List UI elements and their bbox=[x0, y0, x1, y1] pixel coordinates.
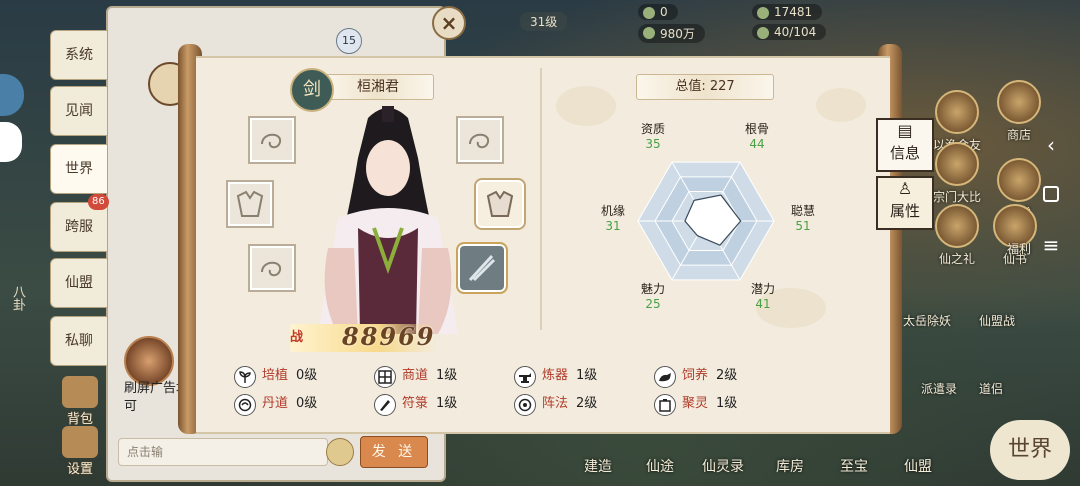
send-button[interactable]: 发 送 bbox=[360, 436, 428, 468]
fishing-icon bbox=[935, 90, 979, 134]
swirl-icon bbox=[261, 133, 282, 149]
menu-icon[interactable]: ≡ bbox=[1034, 220, 1068, 270]
contest-icon bbox=[935, 142, 979, 186]
home-icon[interactable] bbox=[1034, 170, 1068, 220]
combat-power: 88969 bbox=[342, 322, 436, 351]
character-portrait bbox=[318, 106, 458, 334]
cloud-decor bbox=[816, 88, 866, 122]
gift-icon bbox=[935, 204, 979, 248]
gear-icon bbox=[62, 426, 98, 458]
stat-potential: 潜力 41 bbox=[750, 282, 775, 311]
stat-fortune: 机缘 31 bbox=[600, 204, 625, 233]
settings-button[interactable]: 设置 bbox=[54, 426, 106, 477]
resource-counter-3: 980万 bbox=[638, 24, 705, 43]
nav-storage[interactable]: 库房 bbox=[776, 456, 804, 476]
cross-server-badge: 86 bbox=[88, 194, 109, 210]
tab-attributes[interactable]: ♙ 属性 bbox=[876, 176, 934, 230]
bag-button[interactable]: 背包 bbox=[54, 376, 106, 427]
resource-counter-4: 40/104 bbox=[752, 24, 827, 40]
abacus-icon bbox=[374, 366, 396, 388]
menu-item-gift[interactable]: 仙之礼 bbox=[928, 204, 986, 267]
swirl-icon bbox=[261, 261, 282, 277]
equip-slot-1[interactable] bbox=[248, 116, 296, 164]
sprout-icon bbox=[234, 366, 256, 388]
equip-slot-3[interactable] bbox=[226, 180, 274, 228]
menu-item-demon-hunt[interactable]: 太岳除妖 bbox=[898, 312, 956, 329]
stat-aptitude: 资质 35 bbox=[640, 122, 665, 151]
close-icon[interactable]: × bbox=[432, 6, 466, 40]
panel-divider bbox=[540, 68, 542, 330]
zone-label: 八卦 bbox=[10, 285, 25, 311]
back-icon[interactable]: ‹ bbox=[1034, 120, 1068, 170]
robe-icon bbox=[236, 190, 264, 217]
equip-slot-armor[interactable] bbox=[474, 178, 526, 230]
array-icon bbox=[514, 394, 536, 416]
avatar[interactable] bbox=[124, 336, 174, 386]
anvil-icon bbox=[514, 366, 536, 388]
attribute-total: 总值: 227 bbox=[636, 74, 774, 100]
nav-treasure[interactable]: 至宝 bbox=[840, 456, 868, 476]
combat-power-icon: 战 bbox=[290, 330, 304, 345]
tab-world[interactable]: 世界 bbox=[50, 144, 108, 194]
bag-icon bbox=[62, 376, 98, 408]
player-level: 31级 bbox=[520, 12, 568, 31]
nav-spirit-record[interactable]: 仙灵录 bbox=[702, 456, 744, 476]
emoji-icon[interactable] bbox=[326, 438, 354, 466]
talisman-icon bbox=[374, 394, 396, 416]
tab-private[interactable]: 私聊 bbox=[50, 316, 108, 366]
armor-icon bbox=[486, 190, 514, 217]
figure-icon: ♙ bbox=[897, 179, 913, 198]
shop-icon bbox=[997, 80, 1041, 124]
menu-item-companion[interactable]: 道侣 bbox=[962, 380, 1020, 397]
chat-input[interactable]: 点击输 bbox=[118, 438, 328, 466]
book-icon: ▤ bbox=[897, 121, 913, 140]
cauldron-icon bbox=[234, 394, 256, 416]
animal-icon bbox=[654, 366, 676, 388]
tab-system[interactable]: 系统 bbox=[50, 30, 108, 80]
tab-info[interactable]: ▤ 信息 bbox=[876, 118, 934, 172]
unread-count-badge: 15 bbox=[336, 28, 362, 54]
nav-build[interactable]: 建造 bbox=[584, 456, 612, 476]
resource-counter-1: 0 bbox=[638, 4, 678, 20]
system-nav: ‹ ≡ bbox=[1034, 120, 1068, 270]
tab-guild[interactable]: 仙盟 bbox=[50, 258, 108, 308]
stat-charm: 魅力 25 bbox=[640, 282, 665, 311]
stat-wisdom: 聪慧 51 bbox=[790, 204, 815, 233]
menu-item-dispatch[interactable]: 派遣录 bbox=[910, 380, 968, 397]
spirit-icon bbox=[654, 394, 676, 416]
character-name: 桓湘君 bbox=[322, 74, 434, 100]
equip-slot-4[interactable] bbox=[248, 244, 296, 292]
stat-bone: 根骨 44 bbox=[744, 122, 769, 151]
nav-guild[interactable]: 仙盟 bbox=[904, 456, 932, 476]
nav-path[interactable]: 仙途 bbox=[646, 456, 674, 476]
menu-item-guild-war[interactable]: 仙盟战 bbox=[968, 312, 1026, 329]
tab-news[interactable]: 见闻 bbox=[50, 86, 108, 136]
attribute-radar-chart bbox=[637, 161, 775, 281]
world-button[interactable]: 世界 bbox=[990, 420, 1070, 480]
menu-item-sect-contest[interactable]: 宗门大比 bbox=[928, 142, 986, 205]
resource-counter-2: 17481 bbox=[752, 4, 823, 20]
cloud-decor bbox=[556, 86, 616, 126]
